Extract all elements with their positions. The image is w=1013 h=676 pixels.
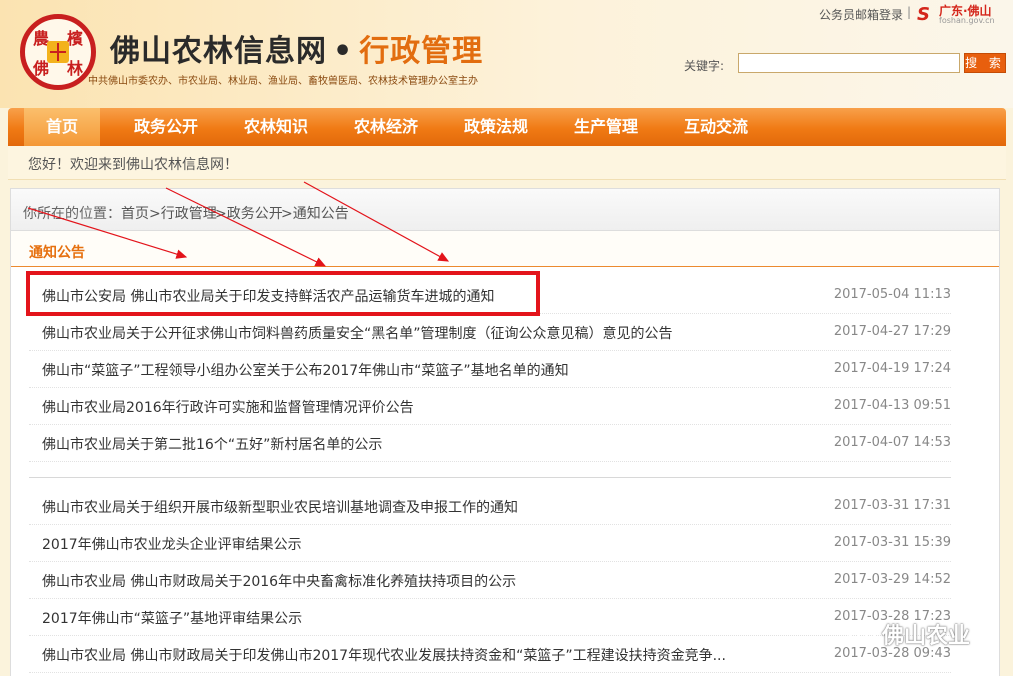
notice-title[interactable]: 佛山市农业局关于组织开展市级新型职业农民培训基地调查及申报工作的通知 [42,497,518,517]
notice-date: 2017-04-27 17:29 [833,324,951,339]
list-item[interactable]: 佛山市农业局2016年行政许可实施和监督管理情况评价公告 2017-04-13 … [29,388,951,425]
notice-title[interactable]: 2017年佛山市农业龙头企业评审结果公示 [42,534,302,554]
nav-item-agri-economy[interactable]: 农林经济 [336,108,436,146]
list-item[interactable]: 佛山市农业局 佛山市财政局关于2016年中央畜禽标准化养殖扶持项目的公示 201… [29,562,951,599]
list-item[interactable]: 佛山市农业局关于组织开展市级新型职业农民培训基地调查及申报工作的通知 2017-… [29,488,951,525]
notice-date: 2017-03-31 15:39 [833,535,951,550]
breadcrumb: 你所在的位置： 首页 >行政管理 >政务公开 >通知公告 [11,189,999,231]
wechat-icon [847,622,875,642]
search-button[interactable]: 搜 索 [964,53,1006,73]
list-item[interactable]: 佛山市农业局 佛山市财政局关于印发佛山市2017年现代农业发展扶持资金和“菜篮子… [29,636,951,673]
notice-title[interactable]: 佛山市农业局 佛山市财政局关于印发佛山市2017年现代农业发展扶持资金和“菜篮子… [42,645,726,665]
gd-logo-url: foshan.gov.cn [939,16,995,25]
logo-char: 林 [66,59,83,78]
wechat-watermark: 佛山农业 [846,612,996,652]
site-title-sub: 行政管理 [359,34,484,69]
main-nav: 首页 政务公开 农林知识 农林经济 政策法规 生产管理 互动交流 [8,108,1006,146]
notice-date: 2017-03-31 17:31 [833,498,951,513]
nav-item-interaction[interactable]: 互动交流 [666,108,766,146]
site-sponsor: 中共佛山市委农办、市农业局、林业局、渔业局、畜牧兽医局、农林技术管理办公室主办 [88,76,478,87]
group-divider [29,477,951,478]
notice-title[interactable]: 佛山市农业局关于第二批16个“五好”新村居名单的公示 [42,434,382,454]
email-login-link[interactable]: 公务员邮箱登录 [819,6,903,23]
guangdong-foshan-logo[interactable]: S 广东·佛山 foshan.gov.cn [917,2,997,26]
nav-item-agri-knowledge[interactable]: 农林知识 [226,108,326,146]
notice-date: 2017-04-13 09:51 [833,398,951,413]
list-item[interactable]: 佛山市农业局关于第二批16个“五好”新村居名单的公示 2017-04-07 14… [29,425,951,462]
list-item[interactable]: 2017年佛山市农业龙头企业评审结果公示 2017-03-31 15:39 [29,525,951,562]
notice-title[interactable]: 佛山市农业局关于公开征求佛山市饲料兽药质量安全“黑名单”管理制度（征询公众意见稿… [42,323,673,343]
section-title: 通知公告 [29,245,85,261]
watermark-text: 佛山农业 [882,624,971,649]
nav-item-policy[interactable]: 政策法规 [446,108,546,146]
content-panel: 你所在的位置： 首页 >行政管理 >政务公开 >通知公告 通知公告 佛山市公安局… [10,188,1000,676]
site-header: 農 檳 佛 林 佛山农林信息网 • 行政管理 中共佛山市委农办、市农业局、林业局、渔… [0,0,1013,108]
nav-item-gov-affairs[interactable]: 政务公开 [116,108,216,146]
site-title-main: 佛山农林信息网 [110,34,327,69]
welcome-text: 您好！欢迎来到佛山农林信息网！ [28,157,238,173]
notice-date: 2017-04-07 14:53 [833,435,951,450]
breadcrumb-admin[interactable]: >行政管理 [149,203,217,223]
nav-item-production[interactable]: 生产管理 [556,108,656,146]
notice-title[interactable]: 佛山市“菜篮子”工程领导小组办公室关于公布2017年佛山市“菜篮子”基地名单的通… [42,360,569,380]
notice-date: 2017-03-29 14:52 [833,572,951,587]
site-title: 佛山农林信息网 • 行政管理 [110,26,483,70]
notice-title[interactable]: 佛山市农业局2016年行政许可实施和监督管理情况评价公告 [42,397,414,417]
site-logo[interactable]: 農 檳 佛 林 [20,14,96,90]
breadcrumb-notices[interactable]: >通知公告 [281,203,349,223]
list-item[interactable]: 佛山市“菜篮子”工程领导小组办公室关于公布2017年佛山市“菜篮子”基地名单的通… [29,351,951,388]
list-item[interactable]: 2017年佛山市“菜篮子”基地评审结果公示 2017-03-28 17:23 [29,599,951,636]
logo-char: 檳 [66,29,83,48]
breadcrumb-gov-affairs[interactable]: >政务公开 [215,203,283,223]
list-item[interactable]: 佛山市公安局 佛山市农业局关于印发支持鲜活农产品运输货车进城的通知 2017-0… [29,277,951,314]
notice-date: 2017-04-19 17:24 [833,361,951,376]
gd-s-icon: S [917,4,930,25]
welcome-bar: 您好！欢迎来到佛山农林信息网！ [8,146,1006,180]
notice-title[interactable]: 2017年佛山市“菜篮子”基地评审结果公示 [42,608,302,628]
site-title-dot: • [333,34,354,69]
top-separator: | [906,5,911,19]
nav-item-home[interactable]: 首页 [24,108,100,146]
search-input[interactable] [738,53,960,73]
section-header: 通知公告 [11,231,999,267]
logo-wheat-icon [47,41,69,63]
list-item[interactable]: 佛山市农业局关于公开征求佛山市饲料兽药质量安全“黑名单”管理制度（征询公众意见稿… [29,314,951,351]
breadcrumb-home[interactable]: 首页 [121,203,149,223]
notice-title[interactable]: 佛山市农业局 佛山市财政局关于2016年中央畜禽标准化养殖扶持项目的公示 [42,571,516,591]
breadcrumb-prefix: 你所在的位置： [23,206,121,222]
notice-date: 2017-05-04 11:13 [833,287,951,302]
notice-title[interactable]: 佛山市公安局 佛山市农业局关于印发支持鲜活农产品运输货车进城的通知 [42,286,494,306]
search-label: 关键字: [684,59,725,73]
